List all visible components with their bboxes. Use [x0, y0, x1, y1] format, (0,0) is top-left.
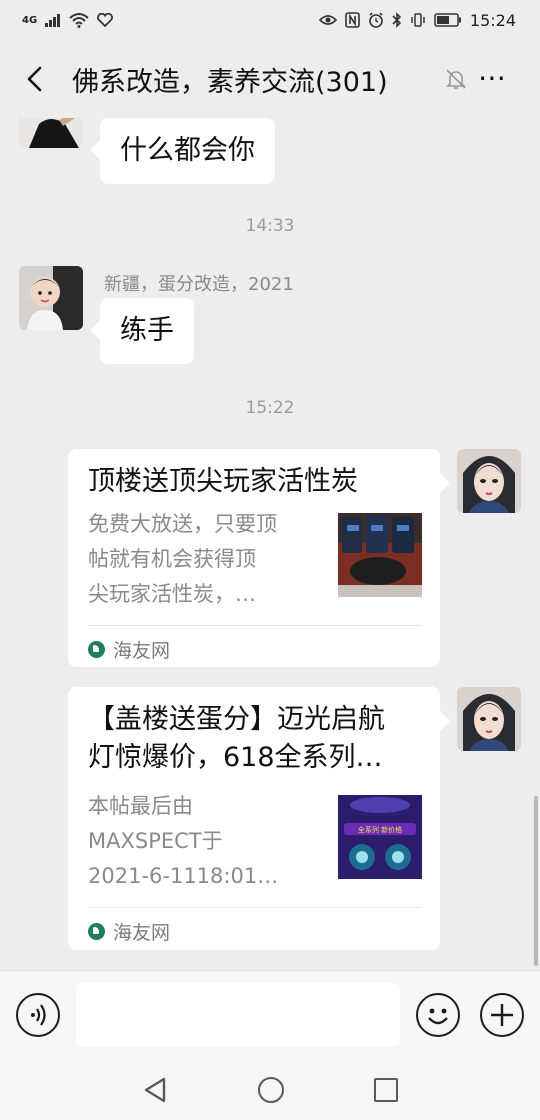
haiyou-logo-icon — [88, 641, 105, 658]
card-description: 免费大放送，只要顶 帖就有机会获得顶 尖玩家活性炭，… — [88, 512, 277, 606]
card-source: 海友网 — [88, 636, 170, 663]
signal-icon — [45, 14, 61, 27]
wifi-icon — [69, 13, 89, 28]
chat-title: 佛系改造，素养交流(301) — [72, 67, 388, 98]
input-bar — [0, 970, 540, 1060]
haiyou-logo-icon — [88, 923, 105, 940]
message-list[interactable]: 什么都会你 14:33 新疆，蛋分改造，2021 练手 15:22 顶楼送顶尖玩… — [0, 118, 540, 970]
voice-icon[interactable] — [16, 993, 60, 1037]
status-right: 15:24 — [318, 10, 516, 30]
card-title: 顶楼送顶尖玩家活性炭 — [88, 466, 358, 497]
nav-back-icon[interactable] — [142, 1076, 168, 1104]
heart-icon — [97, 13, 114, 27]
plus-icon[interactable] — [480, 993, 524, 1037]
nfc-icon — [345, 12, 360, 28]
sender-name: 新疆，蛋分改造，2021 — [104, 274, 294, 295]
emoji-icon[interactable] — [416, 993, 460, 1037]
timestamp: 14:33 — [245, 216, 295, 236]
nav-home-icon[interactable] — [258, 1077, 284, 1103]
link-card[interactable]: 【盖楼送蛋分】迈光启航 灯惊爆价，618全系列… 本帖最后由 MAXSPECT于… — [68, 687, 450, 950]
status-left: 4G — [22, 12, 114, 28]
card-description: 本帖最后由 MAXSPECT于 2021-6-1118:01… — [88, 794, 279, 888]
avatar[interactable] — [457, 449, 521, 513]
scrollbar[interactable] — [534, 796, 538, 966]
nav-recents-icon[interactable] — [374, 1078, 398, 1102]
bell-muted-icon — [446, 69, 466, 89]
card-divider — [88, 907, 422, 908]
svg-text:全系列 新价格: 全系列 新价格 — [358, 825, 402, 834]
bluetooth-icon — [392, 12, 402, 28]
clock-text: 15:24 — [469, 10, 516, 30]
more-dots-icon[interactable]: ⋯ — [478, 64, 508, 92]
card-source: 海友网 — [88, 918, 170, 945]
card-thumbnail — [338, 513, 422, 597]
alarm-icon — [369, 12, 383, 28]
message-input[interactable] — [76, 983, 400, 1047]
message-bubble[interactable]: 练手 — [90, 298, 194, 364]
eye-icon — [318, 15, 337, 25]
card-divider — [88, 625, 422, 626]
card-thumbnail: 全系列 新价格 — [338, 795, 422, 879]
avatar[interactable] — [457, 687, 521, 751]
network-type: 4G — [22, 14, 38, 26]
status-bar: 4G 15:24 — [0, 0, 540, 40]
message-bubble[interactable]: 什么都会你 — [90, 118, 275, 184]
battery-icon — [434, 13, 461, 27]
vibrate-icon — [411, 13, 425, 27]
timestamp: 15:22 — [245, 398, 295, 418]
system-nav-bar — [0, 1060, 540, 1120]
avatar[interactable] — [19, 266, 83, 330]
avatar[interactable] — [19, 118, 83, 148]
card-title: 【盖楼送蛋分】迈光启航 灯惊爆价，618全系列… — [88, 704, 385, 773]
link-card[interactable]: 顶楼送顶尖玩家活性炭 免费大放送，只要顶 帖就有机会获得顶 尖玩家活性炭，… 海… — [68, 449, 450, 667]
chevron-left-icon[interactable] — [18, 62, 52, 96]
chat-header: 佛系改造，素养交流(301) ⋯ — [0, 40, 540, 120]
